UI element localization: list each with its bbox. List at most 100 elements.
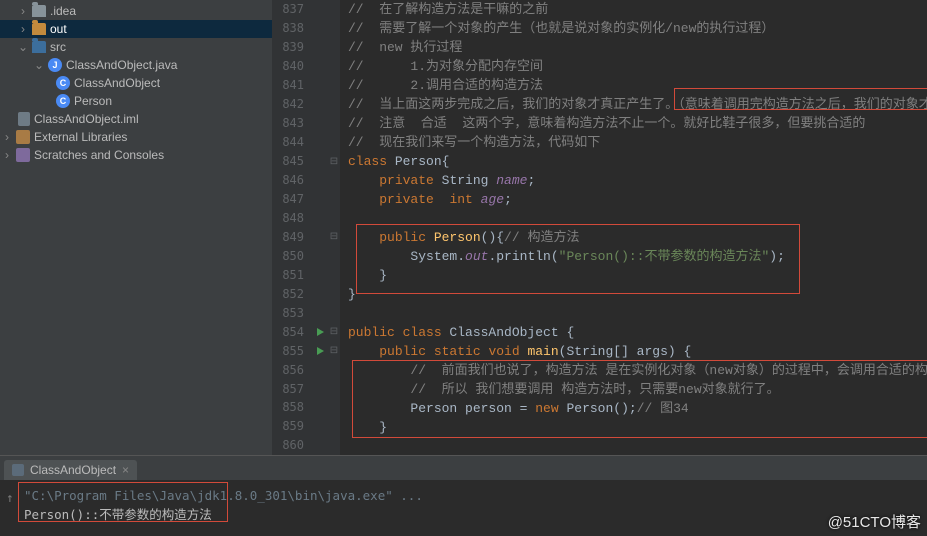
fold-icon[interactable]: ⊟ (328, 156, 340, 167)
line-number: 841 (272, 78, 312, 92)
line-number: 838 (272, 21, 312, 35)
code-text: class (348, 154, 395, 169)
gutter: 837 838 839 840 841 842 843 844 845⊟ 846… (272, 0, 340, 455)
line-number: 843 (272, 116, 312, 130)
run-tab-label: ClassAndObject (30, 463, 116, 477)
tree-label: Scratches and Consoles (34, 148, 164, 162)
code-text: Person (434, 230, 481, 245)
tree-item-idea[interactable]: › .idea (0, 2, 272, 20)
line-number: 839 (272, 40, 312, 54)
tree-item-class[interactable]: C Person (0, 92, 272, 110)
tree-item-src[interactable]: ⌄ src (0, 38, 272, 56)
code-editor[interactable]: 837 838 839 840 841 842 843 844 845⊟ 846… (272, 0, 927, 455)
tree-item-out[interactable]: › out (0, 20, 272, 38)
code-text: "Person()::不带参数的构造方法" (559, 249, 770, 264)
code-text: String (442, 173, 497, 188)
line-number: 849 (272, 230, 312, 244)
line-number: 847 (272, 192, 312, 206)
tree-item-iml[interactable]: ClassAndObject.iml (0, 110, 272, 128)
code-text: } (348, 287, 356, 302)
code-text: { (566, 325, 574, 340)
line-number: 857 (272, 382, 312, 396)
code-text: // new 执行过程 (348, 40, 462, 55)
tree-item-class[interactable]: C ClassAndObject (0, 74, 272, 92)
code-text: // 构造方法 (504, 230, 579, 245)
code-text: } (379, 268, 387, 283)
chevron-down-icon: ⌄ (18, 40, 28, 54)
run-gutter-icon[interactable] (317, 328, 324, 336)
java-class-icon: J (48, 58, 62, 72)
line-number: 840 (272, 59, 312, 73)
code-text: } (379, 420, 387, 435)
tree-item-java-file[interactable]: ⌄ J ClassAndObject.java (0, 56, 272, 74)
tree-label: ClassAndObject.iml (34, 112, 139, 126)
line-number: 854 (272, 325, 312, 339)
tree-item-external[interactable]: › External Libraries (0, 128, 272, 146)
console-line: Person()::不带参数的构造方法 (24, 505, 913, 524)
run-config-icon (12, 464, 24, 476)
tree-label: ClassAndObject (74, 76, 160, 90)
code-text: public class (348, 325, 449, 340)
console-output[interactable]: ↑ "C:\Program Files\Java\jdk1.8.0_301\bi… (0, 480, 927, 536)
line-number: 848 (272, 211, 312, 225)
code-text: (){ (481, 230, 504, 245)
line-number: 858 (272, 400, 312, 414)
close-icon[interactable]: × (122, 463, 129, 477)
tree-label: ClassAndObject.java (66, 58, 177, 72)
code-text: // 1.为对象分配内存空间 (348, 59, 543, 74)
code-text: // 需要了解一个对象的产生（也就是说对象的实例化/new的执行过程） (348, 21, 774, 36)
chevron-down-icon: ⌄ (34, 58, 44, 72)
code-text: // 在了解构造方法是干嘛的之前 (348, 2, 548, 17)
code-text: .println( (488, 249, 558, 264)
tree-label: src (50, 40, 66, 54)
project-tree[interactable]: › .idea › out ⌄ src ⌄ J ClassAndObject.j… (0, 0, 272, 455)
code-text: ClassAndObject (449, 325, 566, 340)
folder-icon (32, 41, 46, 53)
code-text: name (496, 173, 527, 188)
run-tool-window[interactable]: ClassAndObject × ↑ "C:\Program Files\Jav… (0, 455, 927, 536)
class-icon: C (56, 94, 70, 108)
code-text: // 现在我们来写一个构造方法，代码如下 (348, 135, 600, 150)
code-text: Person(); (566, 401, 636, 416)
fold-icon[interactable]: ⊟ (328, 345, 340, 356)
scratch-icon (16, 148, 30, 162)
run-tab[interactable]: ClassAndObject × (4, 460, 137, 480)
code-text: Person (410, 401, 465, 416)
file-icon (18, 112, 30, 126)
run-gutter-icon[interactable] (317, 347, 324, 355)
code-text: person (465, 401, 520, 416)
line-number: 855 (272, 344, 312, 358)
library-icon (16, 130, 30, 144)
chevron-right-icon: › (18, 22, 28, 36)
code-text: = (520, 401, 536, 416)
scroll-up-icon[interactable]: ↑ (6, 488, 14, 507)
tree-label: External Libraries (34, 130, 127, 144)
fold-icon[interactable]: ⊟ (328, 231, 340, 242)
code-text: out (465, 249, 488, 264)
fold-icon[interactable]: ⊟ (328, 326, 340, 337)
folder-icon (32, 23, 46, 35)
code-text: // 图34 (637, 401, 689, 416)
line-number: 845 (272, 154, 312, 168)
code-text: (String[] args) { (559, 344, 692, 359)
tree-label: .idea (50, 4, 76, 18)
code-text: int (449, 192, 480, 207)
line-number: 851 (272, 268, 312, 282)
code-text: ; (504, 192, 512, 207)
code-text: age (481, 192, 504, 207)
code-area[interactable]: // 在了解构造方法是干嘛的之前 // 需要了解一个对象的产生（也就是说对象的实… (340, 0, 927, 455)
console-line: "C:\Program Files\Java\jdk1.8.0_301\bin\… (24, 486, 913, 505)
code-text: // 所以 我们想要调用 构造方法时，只需要new对象就行了。 (410, 382, 779, 397)
line-number: 860 (272, 438, 312, 452)
code-text: void (488, 344, 527, 359)
tree-item-scratch[interactable]: › Scratches and Consoles (0, 146, 272, 164)
tree-label: Person (74, 94, 112, 108)
code-text: // 当上面这两步完成之后，我们的对象才真正产生了。 (348, 97, 678, 112)
run-tabs: ClassAndObject × (0, 456, 927, 480)
watermark: @51CTO博客 (828, 511, 921, 532)
class-icon: C (56, 76, 70, 90)
code-text: // 注意 合适 这两个字，意味着构造方法不止一个。就好比鞋子很多，但要挑合适的 (348, 116, 865, 131)
line-number: 852 (272, 287, 312, 301)
code-text: ; (527, 173, 535, 188)
code-text: // 前面我们也说了，构造方法 是在实例化对象（new对象）的过程中，会调用合适… (410, 363, 927, 378)
